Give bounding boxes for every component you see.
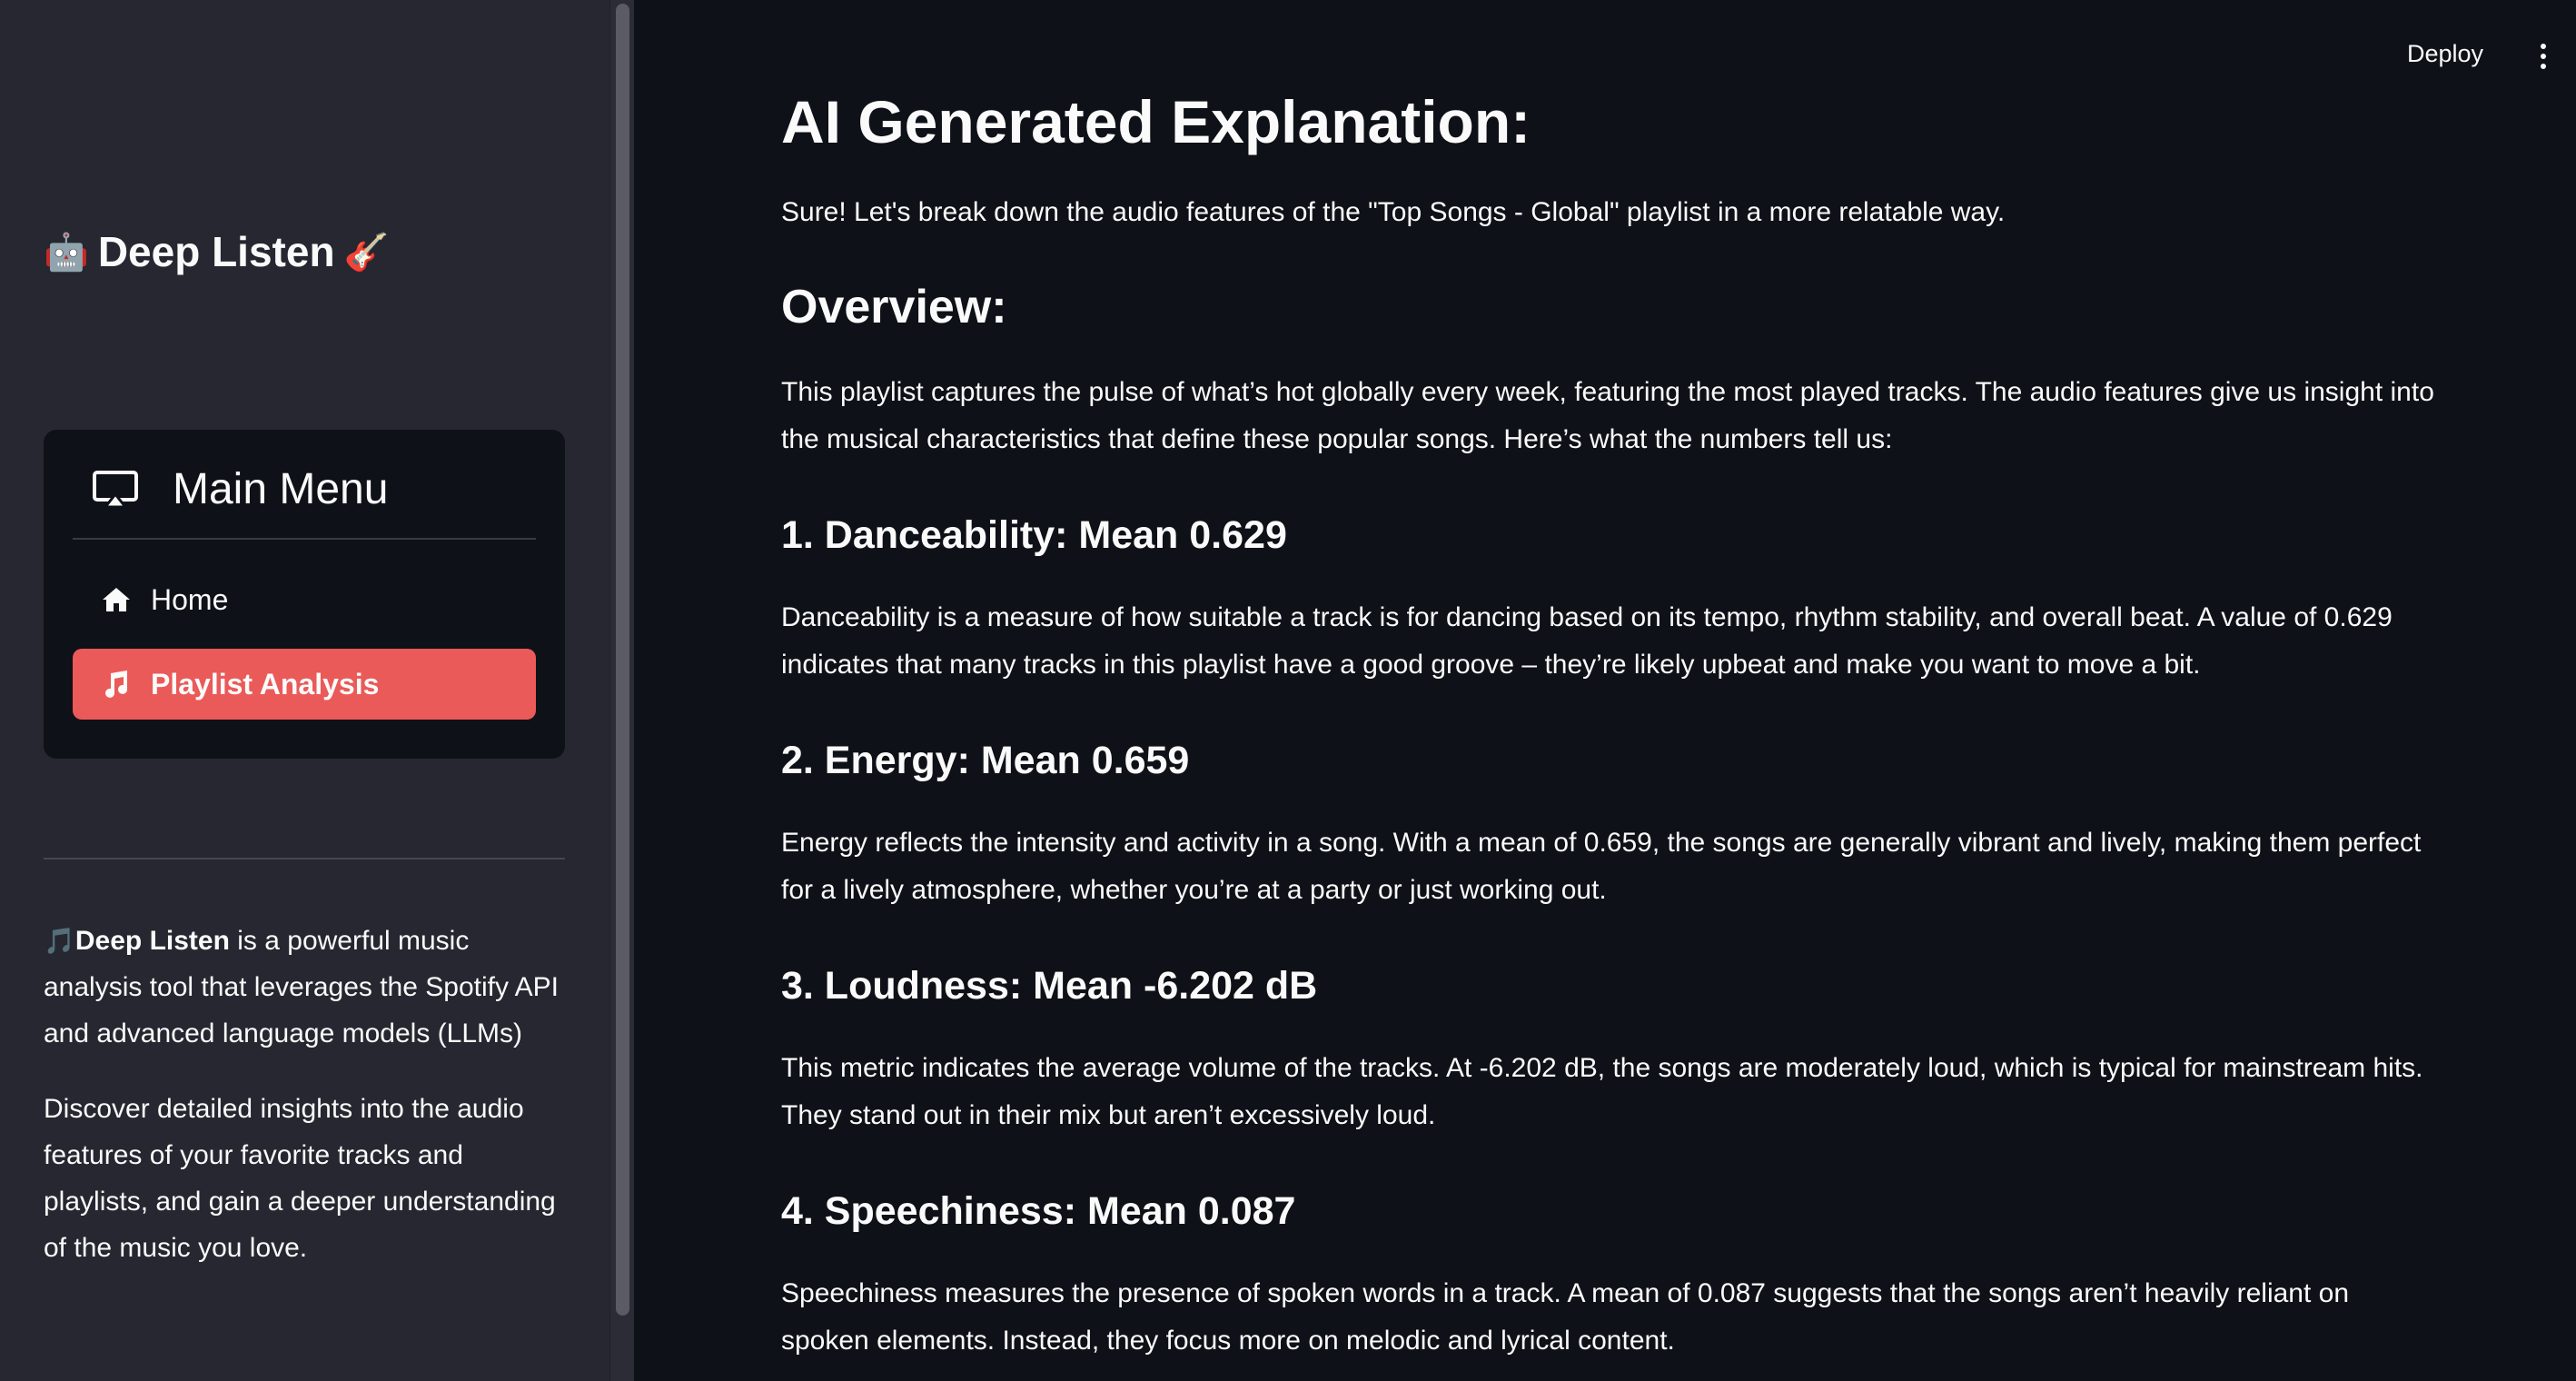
sidebar-item-home[interactable]: Home: [73, 564, 536, 635]
airplay-icon: [93, 470, 138, 508]
main-menu-title: Main Menu: [173, 465, 389, 513]
sidebar: 🤖 Deep Listen 🎸 Main Menu Home Playlist …: [0, 0, 634, 1381]
overview-heading: Overview:: [781, 281, 1007, 333]
section-text-danceability: Danceability is a measure of how suitabl…: [781, 602, 2393, 680]
section-text-speechiness: Speechiness measures the presence of spo…: [781, 1278, 2350, 1356]
sidebar-item-playlist-analysis[interactable]: Playlist Analysis: [73, 649, 536, 720]
app-title-text: Deep Listen: [97, 228, 335, 275]
section-heading-speechiness: 4. Speechiness: Mean 0.087: [781, 1189, 1296, 1233]
about-brand: Deep Listen: [74, 926, 230, 956]
page-title: AI Generated Explanation:: [781, 88, 1531, 155]
section-text-energy: Energy reflects the intensity and activi…: [781, 828, 2422, 905]
robot-emoji-icon: 🤖: [44, 231, 89, 273]
kebab-menu-icon[interactable]: [2534, 44, 2552, 75]
sidebar-item-home-label: Home: [151, 582, 229, 616]
music-notes-emoji-icon: 🎵: [44, 926, 75, 956]
section-text-loudness: This metric indicates the average volume…: [781, 1053, 2423, 1130]
about-paragraph: 🎵Deep Listen is a powerful music analysi…: [44, 918, 570, 1057]
sidebar-item-playlist-analysis-label: Playlist Analysis: [151, 667, 380, 700]
guitar-emoji-icon: 🎸: [343, 231, 390, 273]
section-heading-danceability: 1. Danceability: Mean 0.629: [781, 513, 1287, 557]
sidebar-divider: [44, 858, 565, 859]
music-note-icon: [105, 671, 127, 698]
intro-text: Sure! Let's break down the audio feature…: [781, 197, 2006, 227]
sidebar-scrollbar[interactable]: [609, 0, 634, 1381]
main-content: AI Generated Explanation: Sure! Let's br…: [781, 0, 2443, 1381]
app-title: 🤖 Deep Listen 🎸: [44, 227, 389, 276]
menu-divider: [73, 538, 536, 540]
main-menu-header: Main Menu: [93, 464, 388, 514]
section-heading-loudness: 3. Loudness: Mean -6.202 dB: [781, 964, 1318, 1008]
overview-text: This playlist captures the pulse of what…: [781, 377, 2434, 454]
main-menu: Main Menu Home Playlist Analysis: [44, 430, 565, 759]
sidebar-scroll-thumb[interactable]: [616, 4, 629, 1316]
discover-paragraph: Discover detailed insights into the audi…: [44, 1094, 556, 1263]
house-icon: [103, 588, 130, 611]
section-heading-energy: 2. Energy: Mean 0.659: [781, 739, 1190, 782]
